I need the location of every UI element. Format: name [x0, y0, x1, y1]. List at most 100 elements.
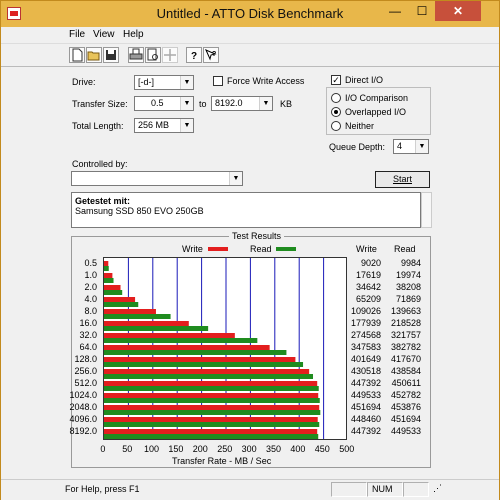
row-label: 8192.0 — [69, 426, 97, 436]
neither-radio[interactable] — [331, 121, 341, 131]
chevron-down-icon: ▼ — [180, 97, 193, 110]
write-bar — [104, 285, 121, 290]
maximize-button[interactable]: ☐ — [409, 1, 435, 21]
overlapped-io-label: Overlapped I/O — [345, 107, 407, 117]
row-label: 512.0 — [74, 378, 97, 388]
chevron-down-icon: ▼ — [259, 97, 272, 110]
description-heading: Getestet mit: — [75, 196, 131, 206]
controlled-by-label: Controlled by: — [72, 159, 128, 169]
write-bar — [104, 309, 156, 314]
toolbar: ? ? — [1, 43, 499, 67]
legend-write-swatch — [208, 247, 228, 251]
column-write-header: Write — [356, 244, 377, 254]
read-value: 450611 — [391, 378, 421, 388]
x-tick-label: 100 — [144, 444, 160, 454]
overlapped-io-radio[interactable] — [331, 107, 341, 117]
write-bar — [104, 405, 320, 410]
direct-io-checkbox[interactable]: ✓ — [331, 75, 341, 85]
start-button[interactable]: Start — [375, 171, 430, 188]
read-bar — [104, 374, 314, 379]
legend-read-swatch — [276, 247, 296, 251]
write-bar — [104, 273, 113, 278]
total-length-value: 256 MB — [138, 120, 170, 130]
transfer-size-to-select[interactable]: 8192.0 ▼ — [211, 96, 273, 111]
transfer-size-from-value: 0.5 — [151, 98, 164, 108]
row-label: 8.0 — [84, 306, 97, 316]
read-bar — [104, 422, 320, 427]
read-value: 417670 — [390, 354, 421, 364]
row-label: 4096.0 — [69, 414, 97, 424]
menu-file[interactable]: File — [69, 29, 85, 40]
read-bar — [104, 338, 258, 343]
write-value: 347583 — [350, 342, 381, 352]
print-preview-icon[interactable] — [145, 47, 161, 63]
write-bar — [104, 297, 136, 302]
menu-help[interactable]: Help — [123, 29, 144, 40]
start-button-label: Start — [392, 174, 412, 184]
x-tick-label: 50 — [122, 444, 133, 454]
write-value: 447392 — [350, 378, 381, 388]
drive-label: Drive: — [72, 77, 96, 87]
write-bar — [104, 345, 270, 350]
write-bar — [104, 369, 310, 374]
write-bar — [104, 357, 296, 362]
row-label: 256.0 — [74, 366, 97, 376]
close-button[interactable]: ✕ — [435, 1, 481, 21]
transfer-rate-chart — [103, 257, 347, 440]
print-icon[interactable] — [128, 47, 144, 63]
queue-depth-select[interactable]: 4 ▼ — [393, 139, 429, 154]
description-scrollbar[interactable] — [421, 192, 432, 228]
chevron-down-icon: ▼ — [229, 172, 242, 185]
new-file-icon[interactable] — [69, 47, 85, 63]
transfer-size-from-select[interactable]: 0.5 ▼ — [134, 96, 194, 111]
io-comparison-radio[interactable] — [331, 93, 341, 103]
row-label: 0.5 — [84, 258, 97, 268]
resize-grip-icon[interactable]: ⋰ — [429, 482, 442, 497]
svg-text:?: ? — [191, 51, 197, 62]
legend-write-label: Write — [182, 244, 203, 254]
x-axis-label: Transfer Rate - MB / Sec — [172, 456, 272, 466]
status-cell-empty-2 — [403, 482, 429, 497]
read-bar — [104, 314, 171, 319]
svg-text:?: ? — [212, 51, 216, 58]
read-value: 321757 — [390, 330, 421, 340]
move-icon[interactable] — [162, 47, 178, 63]
menu-bar: File View Help — [1, 27, 499, 43]
read-bar — [104, 362, 304, 367]
read-bar — [104, 386, 319, 391]
row-label: 1.0 — [84, 270, 97, 280]
x-tick-label: 200 — [192, 444, 208, 454]
minimize-button[interactable]: — — [381, 1, 409, 21]
write-value: 177939 — [350, 318, 381, 328]
row-label: 2048.0 — [69, 402, 97, 412]
description-textbox[interactable]: Getestet mit: Samsung SSD 850 EVO 250GB — [71, 192, 421, 228]
queue-depth-value: 4 — [397, 141, 403, 151]
open-folder-icon[interactable] — [86, 47, 102, 63]
write-value: 9020 — [360, 258, 381, 268]
controlled-by-select[interactable]: ▼ — [71, 171, 243, 186]
neither-label: Neither — [345, 121, 375, 131]
force-write-access-checkbox[interactable] — [213, 76, 223, 86]
row-label: 16.0 — [79, 318, 97, 328]
status-cell-empty — [331, 482, 367, 497]
read-bar — [104, 350, 287, 355]
x-tick-label: 350 — [266, 444, 282, 454]
write-bar — [104, 417, 318, 422]
queue-depth-label: Queue Depth: — [329, 142, 386, 152]
menu-view[interactable]: View — [93, 29, 115, 40]
write-bar — [104, 381, 318, 386]
write-value: 448460 — [350, 414, 381, 424]
total-length-select[interactable]: 256 MB ▼ — [134, 118, 194, 133]
write-bar — [104, 261, 109, 266]
read-value: 453876 — [390, 402, 421, 412]
read-value: 38208 — [395, 282, 421, 292]
read-value: 139663 — [390, 306, 421, 316]
help-icon[interactable]: ? — [186, 47, 202, 63]
x-tick-label: 500 — [339, 444, 355, 454]
chevron-down-icon: ▼ — [415, 140, 428, 153]
context-help-icon[interactable]: ? — [203, 47, 219, 63]
save-icon[interactable] — [103, 47, 119, 63]
title-bar[interactable]: Untitled - ATTO Disk Benchmark — ☐ ✕ — [1, 1, 499, 27]
row-label: 64.0 — [79, 342, 97, 352]
drive-select[interactable]: [-d-] ▼ — [134, 75, 194, 90]
